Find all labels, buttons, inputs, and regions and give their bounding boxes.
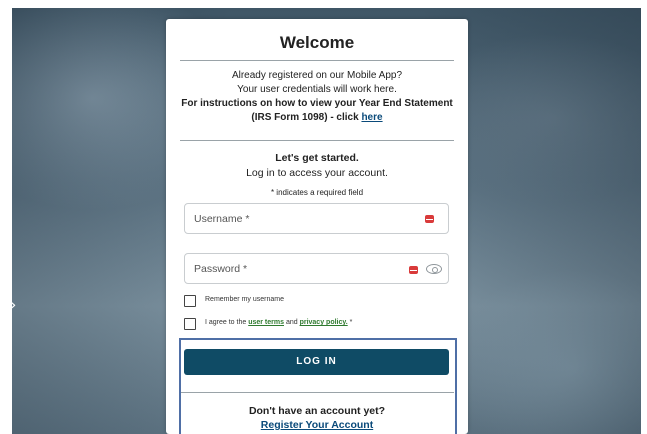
agree-suffix: * (347, 319, 353, 326)
page-left-margin (0, 0, 12, 434)
eye-icon[interactable] (426, 264, 442, 274)
year-end-statement-info: For instructions on how to view your Yea… (176, 97, 458, 125)
password-label: Password * (194, 263, 248, 275)
highlight-box (179, 338, 457, 434)
page-title: Welcome (279, 33, 355, 52)
password-input[interactable]: Password * (184, 253, 449, 284)
remember-username-label: Remember my username (205, 296, 284, 303)
agree-terms-checkbox[interactable] (184, 318, 196, 330)
privacy-policy-link[interactable]: privacy policy. (300, 319, 348, 326)
here-link[interactable]: here (361, 112, 382, 123)
username-label: Username * (194, 213, 250, 225)
error-icon (409, 266, 418, 274)
info-line-2: Your user credentials will work here. (237, 84, 397, 95)
error-icon (425, 215, 434, 223)
username-input[interactable]: Username * (184, 203, 449, 234)
info-bold-text: For instructions on how to view your Yea… (181, 98, 453, 123)
mobile-app-info: Already registered on our Mobile App? Yo… (176, 69, 458, 125)
divider (180, 60, 454, 61)
agree-and: and (284, 319, 300, 326)
info-line-1: Already registered on our Mobile App? (231, 70, 403, 81)
user-terms-link[interactable]: user terms (248, 319, 284, 326)
divider (180, 140, 454, 141)
agree-terms-label: I agree to the user terms and privacy po… (205, 319, 352, 326)
required-note: * indicates a required field (270, 188, 364, 197)
chevron-right-icon[interactable]: › (10, 296, 22, 314)
login-heading: Let's get started. (275, 152, 359, 164)
agree-prefix: I agree to the (205, 319, 249, 326)
login-subheading: Log in to access your account. (246, 167, 388, 179)
remember-username-checkbox[interactable] (184, 295, 196, 307)
